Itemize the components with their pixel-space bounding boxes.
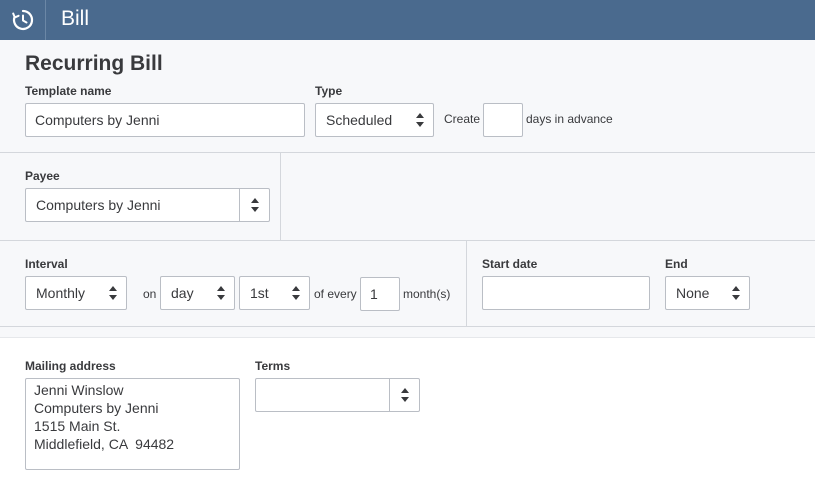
template-name-input[interactable]: Computers by Jenni [25,103,305,137]
start-date-label: Start date [482,257,538,271]
payee-select[interactable]: Computers by Jenni [25,188,270,222]
start-date-input[interactable] [482,276,650,310]
divider [466,241,467,326]
recurring-icon-button[interactable] [0,0,46,40]
select-arrows-icon [292,286,300,300]
divider [0,326,815,327]
day-type-value: day [171,285,194,301]
divider [0,152,815,153]
terms-dropdown-toggle[interactable] [389,379,419,411]
form-heading: Recurring Bill [25,52,163,75]
divider [0,337,815,338]
payee-value: Computers by Jenni [36,197,161,213]
select-arrows-icon [109,286,117,300]
terms-label: Terms [255,359,291,373]
end-label: End [665,257,688,271]
template-name-value: Computers by Jenni [35,112,160,128]
interval-frequency-value: Monthly [36,285,86,301]
select-arrows-icon [416,113,424,127]
end-value: None [676,285,710,301]
address-line: Jenni Winslow [34,382,124,398]
top-bar: Bill [0,0,815,40]
mailing-address-label: Mailing address [25,359,116,373]
interval-label: Interval [25,257,68,271]
divider [0,240,815,241]
address-line: Middlefield, CA 94482 [34,436,175,452]
select-arrows-icon [732,286,740,300]
of-every-label: of every [314,287,357,301]
mailing-address-field[interactable]: Jenni Winslow Computers by Jenni 1515 Ma… [25,378,240,470]
template-name-label: Template name [25,84,112,98]
create-label: Create [444,112,481,126]
month-unit-label: month(s) [403,287,451,301]
days-in-advance-label: days in advance [526,112,613,126]
recurring-clock-icon [11,9,33,31]
payee-dropdown-toggle[interactable] [239,189,269,221]
day-type-select[interactable]: day [160,276,235,310]
terms-select[interactable] [255,378,420,412]
type-select[interactable]: Scheduled [315,103,434,137]
select-arrows-icon [401,388,409,402]
day-ordinal-select[interactable]: 1st [239,276,310,310]
select-arrows-icon [251,198,259,212]
on-label: on [143,287,157,301]
end-select[interactable]: None [665,276,750,310]
type-value: Scheduled [326,112,393,128]
address-line: 1515 Main St. [34,418,121,434]
day-ordinal-value: 1st [250,285,269,301]
divider [280,153,281,240]
address-line: Computers by Jenni [34,400,159,416]
interval-frequency-select[interactable]: Monthly [25,276,127,310]
days-in-advance-input[interactable] [483,103,523,137]
every-count-value: 1 [370,286,378,302]
select-arrows-icon [217,286,225,300]
type-label: Type [315,84,343,98]
every-count-input[interactable]: 1 [360,277,400,311]
page-title: Bill [61,7,90,30]
payee-label: Payee [25,169,60,183]
